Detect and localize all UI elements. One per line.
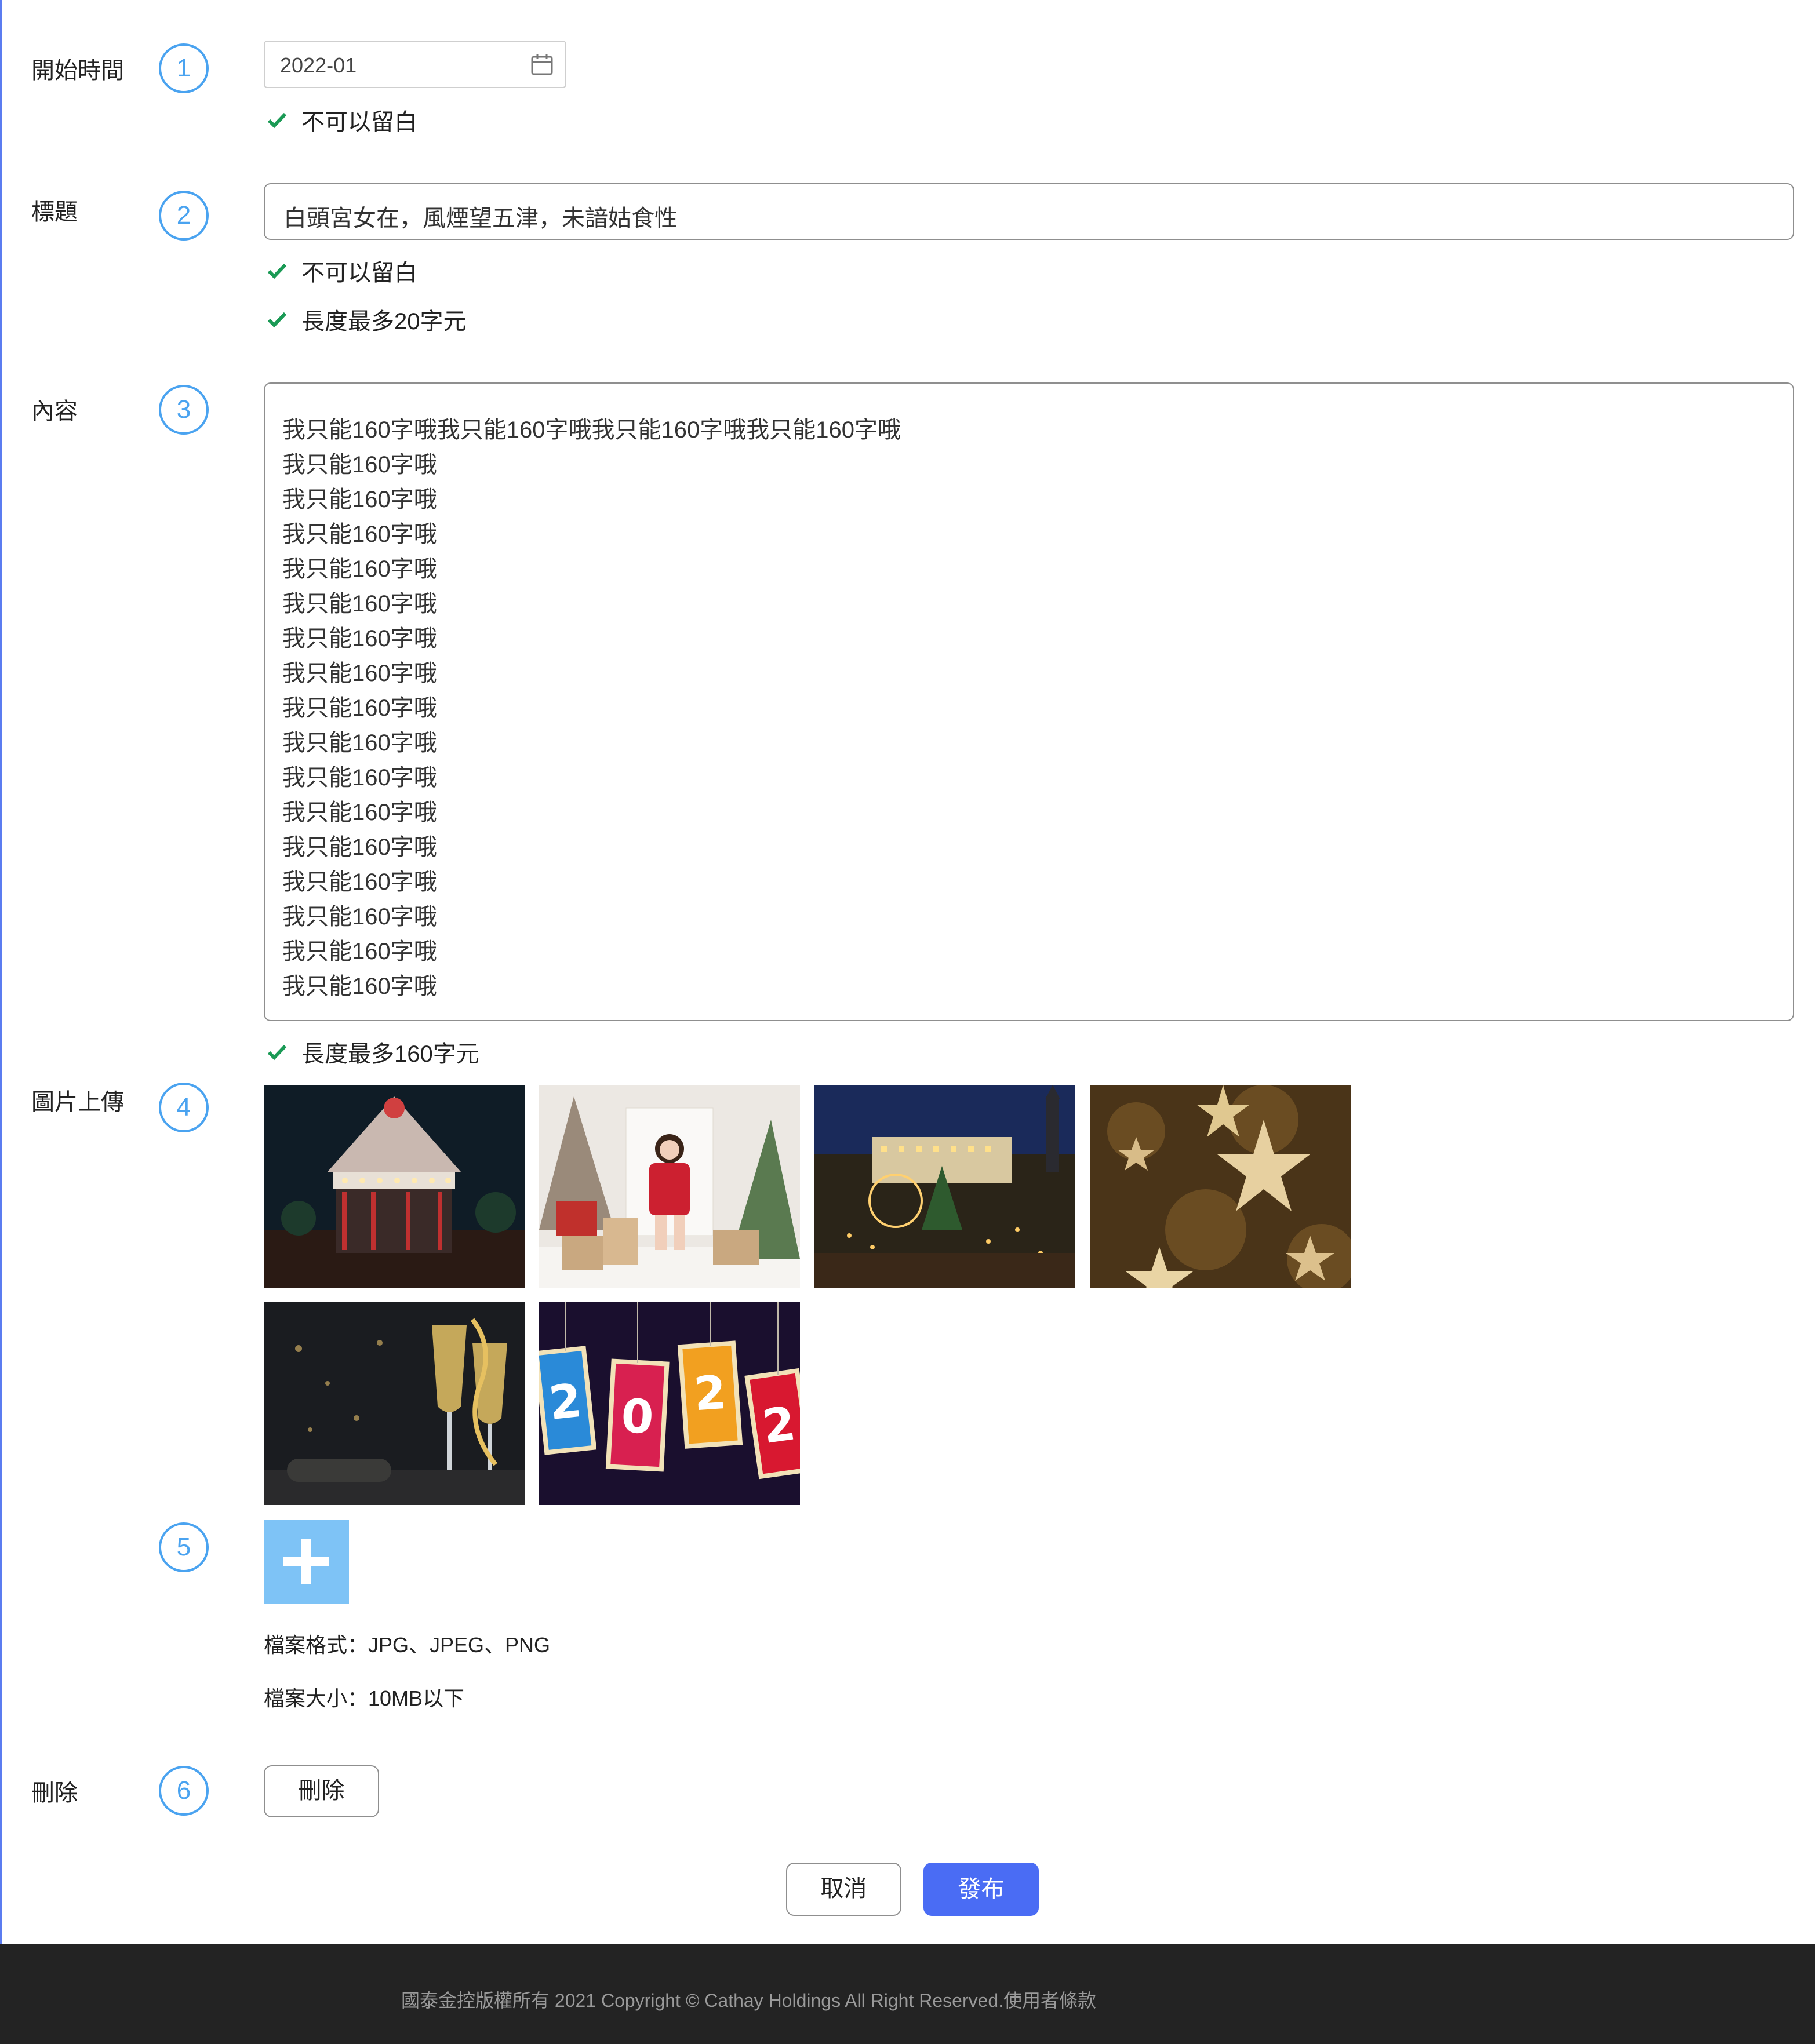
step-1-badge: 1 [159,43,209,93]
calendar-icon[interactable] [529,52,555,78]
title-label: 標題 [31,199,78,225]
image-upload-label: 圖片上傳 [31,1090,124,1115]
left-accent-bar [0,0,2,1944]
content-line: 我只能160字哦 [282,765,437,790]
step-2-badge: 2 [159,191,209,241]
delete-label: 刪除 [31,1780,78,1806]
validation-start-time-required: 不可以留白 [265,103,417,137]
step-3-badge: 3 [159,385,209,435]
content-line: 我只能160字哦 [282,835,437,860]
check-icon [267,263,287,279]
validation-content-length: 長度最多160字元 [265,1035,479,1069]
validation-text: 不可以留白 [301,110,417,135]
gold-stars-photo[interactable] [1090,1085,1351,1288]
title-input[interactable]: 白頭宮女在，風煙望五津，未諳姑食性 [264,183,1794,240]
check-icon [267,112,287,129]
footer: 國泰金控版權所有 2021 Copyright © Cathay Holding… [0,1944,1815,2044]
carousel-night-photo[interactable] [264,1085,525,1288]
content-line: 我只能160字哦 [282,591,437,617]
champagne-glasses-photo[interactable] [264,1302,525,1505]
check-icon [267,1044,287,1061]
delete-button[interactable]: 刪除 [264,1765,379,1817]
tag-digit: 2 [692,1365,728,1422]
content-line: 我只能160字哦 [282,556,437,582]
file-size-note: 檔案大小：10MB以下 [264,1686,465,1710]
start-time-date-picker[interactable]: 2022-01 [264,41,566,88]
content-line: 我只能160字哦 [282,869,437,895]
content-line: 我只能160字哦 [282,904,437,930]
content-line: 我只能160字哦 [282,974,437,999]
christmas-woman-photo[interactable] [539,1085,800,1288]
start-time-label: 開始時間 [31,58,124,83]
tag-digit: 2 [547,1373,584,1430]
plus-icon-vertical [301,1539,311,1584]
content-line: 我只能160字哦 [282,730,437,756]
content-line: 我只能160字哦我只能160字哦我只能160字哦我只能160字哦 [282,417,901,443]
content-line: 我只能160字哦 [282,452,437,478]
content-textarea[interactable]: 我只能160字哦我只能160字哦我只能160字哦我只能160字哦 我只能160字… [264,382,1794,1021]
step-5-badge: 5 [159,1522,209,1572]
content-line: 我只能160字哦 [282,939,437,964]
file-format-note: 檔案格式：JPG、JPEG、PNG [264,1633,551,1657]
content-line: 我只能160字哦 [282,487,437,512]
validation-text: 不可以留白 [301,260,417,286]
content-line: 我只能160字哦 [282,661,437,686]
footer-copyright: 國泰金控版權所有 2021 Copyright © Cathay Holding… [401,1990,1097,2011]
2022-tags-photo[interactable]: 2 0 2 2 [539,1302,800,1505]
validation-text: 長度最多160字元 [301,1041,479,1067]
publish-button[interactable]: 發布 [923,1863,1039,1916]
step-6-badge: 6 [159,1766,209,1816]
title-input-value: 白頭宮女在，風煙望五津，未諳姑食性 [283,206,678,231]
content-label: 內容 [31,399,78,424]
cancel-button[interactable]: 取消 [786,1863,901,1916]
content-line: 我只能160字哦 [282,522,437,547]
content-line: 我只能160字哦 [282,626,437,651]
start-time-value: 2022-01 [280,53,357,77]
validation-title-length: 長度最多20字元 [265,303,467,336]
validation-text: 長度最多20字元 [301,309,467,334]
validation-title-required: 不可以留白 [265,254,417,287]
tag-digit: 0 [620,1389,654,1445]
step-4-badge: 4 [159,1083,209,1132]
add-image-button[interactable] [264,1520,349,1604]
content-line: 我只能160字哦 [282,695,437,721]
content-line: 我只能160字哦 [282,800,437,825]
christmas-market-photo[interactable] [814,1085,1075,1288]
check-icon [267,312,287,328]
